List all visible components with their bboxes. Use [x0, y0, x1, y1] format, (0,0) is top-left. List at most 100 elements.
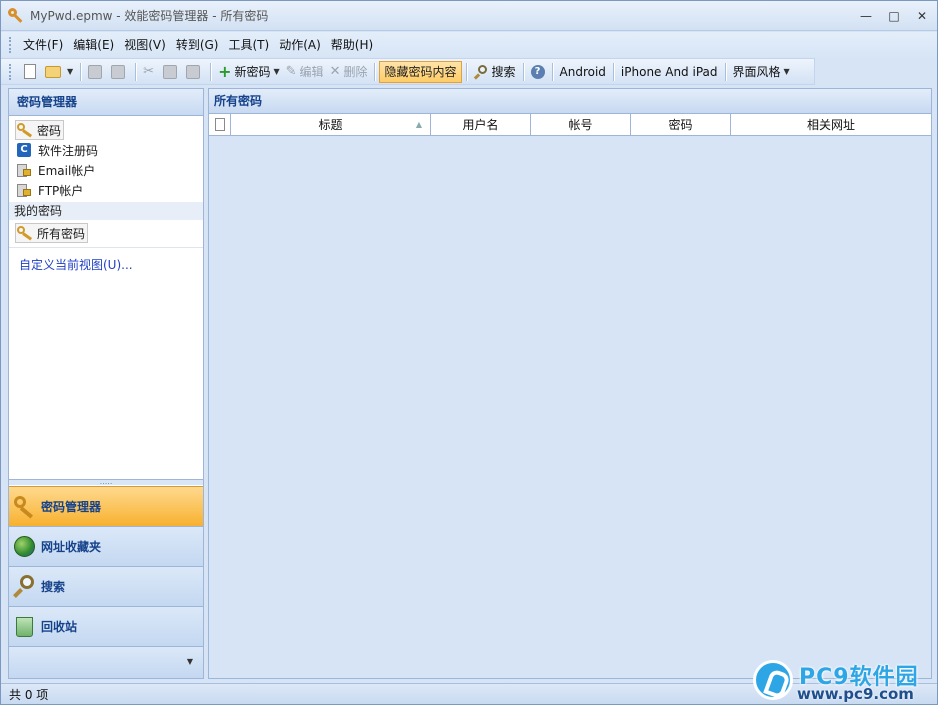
key-icon: [12, 495, 38, 519]
grid-body[interactable]: [209, 138, 931, 678]
copy-button[interactable]: [160, 61, 183, 83]
print-preview-icon: [111, 64, 126, 79]
column-url[interactable]: 相关网址: [731, 114, 931, 136]
nav-search[interactable]: 搜索: [9, 566, 203, 606]
column-label: 标题: [318, 118, 343, 132]
plus-icon: +: [218, 61, 232, 81]
toolbar-grip[interactable]: [9, 63, 12, 80]
edit-button[interactable]: ✎ 编辑: [283, 61, 327, 83]
print-button[interactable]: [85, 61, 108, 83]
delete-label: 删除: [343, 65, 368, 79]
paste-button[interactable]: [183, 61, 206, 83]
toolbar-divider: [551, 62, 553, 81]
close-button[interactable]: ✕: [911, 7, 933, 25]
column-password[interactable]: 密码: [631, 114, 731, 136]
key-icon: [17, 122, 34, 138]
toolbar: ▼ ✂ + 新密码 ▼ ✎ 编辑 ✕ 删除 隐藏密码内容 搜索 ? Androi…: [1, 58, 815, 85]
toolbar-divider: [210, 62, 212, 81]
nav-splitter[interactable]: .....: [9, 478, 203, 486]
new-password-label: 新密码: [234, 65, 271, 79]
tree-item-password[interactable]: 密码: [9, 120, 203, 140]
tree-item-email[interactable]: Email帐户: [9, 160, 203, 180]
open-file-button[interactable]: ▼: [42, 61, 76, 83]
column-icon[interactable]: [209, 114, 231, 136]
open-folder-icon: [45, 65, 61, 78]
column-title[interactable]: 标题 ▲: [231, 114, 431, 136]
minimize-button[interactable]: —: [855, 7, 877, 25]
toolbar-divider: [80, 62, 82, 81]
maximize-button[interactable]: □: [883, 7, 905, 25]
print-preview-button[interactable]: [108, 61, 131, 83]
toolbar-divider: [135, 62, 137, 81]
software-c-icon: C: [17, 143, 31, 157]
tree-item-ftp[interactable]: FTP帐户: [9, 180, 203, 200]
nav-label: 网址收藏夹: [41, 540, 102, 554]
iphone-button[interactable]: iPhone And iPad: [618, 61, 721, 83]
nav-label: 回收站: [41, 620, 78, 634]
menu-grip[interactable]: [9, 36, 12, 53]
left-panel-header: 密码管理器: [9, 89, 203, 116]
nav-label: 搜索: [41, 580, 66, 594]
tree-item-label: Email帐户: [38, 163, 96, 178]
new-file-button[interactable]: [18, 61, 42, 83]
key-app-icon: [8, 7, 24, 24]
tree-item-software-key[interactable]: C 软件注册码: [9, 140, 203, 160]
site-watermark: PC9软件园 www.pc9.com: [753, 658, 937, 704]
chevron-down-icon[interactable]: ▼: [67, 67, 73, 76]
android-button[interactable]: Android: [557, 61, 609, 83]
delete-icon: ✕: [329, 64, 341, 79]
nav-overflow-button[interactable]: ▼: [9, 646, 203, 678]
menu-action[interactable]: 动作(A): [274, 36, 326, 53]
nav-recycle-bin[interactable]: 回收站: [9, 606, 203, 646]
tree-item-password-selection: 密码: [15, 120, 65, 140]
divider: [9, 247, 203, 248]
nav-label: 密码管理器: [41, 500, 102, 514]
nav-bookmarks[interactable]: 网址收藏夹: [9, 526, 203, 566]
column-label: 相关网址: [806, 118, 855, 132]
column-label: 帐号: [568, 118, 593, 132]
key-icon: [17, 225, 34, 241]
tree-item-all-passwords[interactable]: 所有密码: [9, 223, 203, 243]
help-button[interactable]: ?: [528, 61, 548, 83]
menu-edit[interactable]: 编辑(E): [68, 36, 119, 53]
cut-button[interactable]: ✂: [140, 61, 160, 83]
customize-view-link[interactable]: 自定义当前视图(U)...: [9, 256, 203, 273]
tree-item-label: 软件注册码: [38, 143, 99, 158]
pencil-icon: ✎: [285, 64, 297, 79]
group-label-my-passwords: 我的密码: [9, 202, 203, 220]
chevron-down-icon: ▼: [783, 67, 790, 76]
delete-button[interactable]: ✕ 删除: [327, 61, 371, 83]
menu-goto[interactable]: 转到(G): [171, 36, 224, 53]
nav-password-manager[interactable]: 密码管理器: [9, 486, 203, 526]
column-account[interactable]: 帐号: [531, 114, 631, 136]
menu-help[interactable]: 帮助(H): [326, 36, 378, 53]
column-label: 用户名: [462, 118, 499, 132]
tree-item-all-passwords-selection: 所有密码: [15, 223, 89, 243]
tree-item-label: FTP帐户: [38, 183, 84, 198]
copy-icon: [163, 64, 178, 79]
print-icon: [88, 64, 103, 79]
right-panel-header: 所有密码: [209, 89, 931, 114]
menu-file[interactable]: 文件(F): [18, 36, 68, 53]
menu-tools[interactable]: 工具(T): [223, 36, 274, 53]
watermark-url: www.pc9.com: [797, 685, 914, 703]
document-icon: [214, 118, 225, 131]
ui-style-button[interactable]: 界面风格 ▼: [730, 61, 793, 83]
new-password-button[interactable]: + 新密码 ▼: [215, 61, 283, 83]
right-panel: 所有密码 标题 ▲ 用户名 帐号 密码 相关网址: [208, 88, 932, 679]
toolbar-divider: [724, 62, 726, 81]
lock-icon: [17, 162, 31, 178]
window-title: MyPwd.epmw - 效能密码管理器 - 所有密码: [30, 9, 269, 23]
lock-icon: [17, 182, 31, 198]
toolbar-divider: [465, 62, 467, 81]
new-file-icon: [24, 64, 36, 79]
scissors-icon: ✂: [143, 64, 155, 79]
column-username[interactable]: 用户名: [431, 114, 531, 136]
search-button[interactable]: 搜索: [471, 61, 519, 83]
hide-password-toggle[interactable]: 隐藏密码内容: [379, 60, 462, 83]
menu-view[interactable]: 视图(V): [119, 36, 171, 53]
edit-label: 编辑: [299, 65, 324, 79]
title-bar[interactable]: MyPwd.epmw - 效能密码管理器 - 所有密码 — □ ✕: [1, 1, 937, 31]
chevron-down-icon[interactable]: ▼: [273, 67, 279, 76]
toolbar-divider: [612, 62, 614, 81]
